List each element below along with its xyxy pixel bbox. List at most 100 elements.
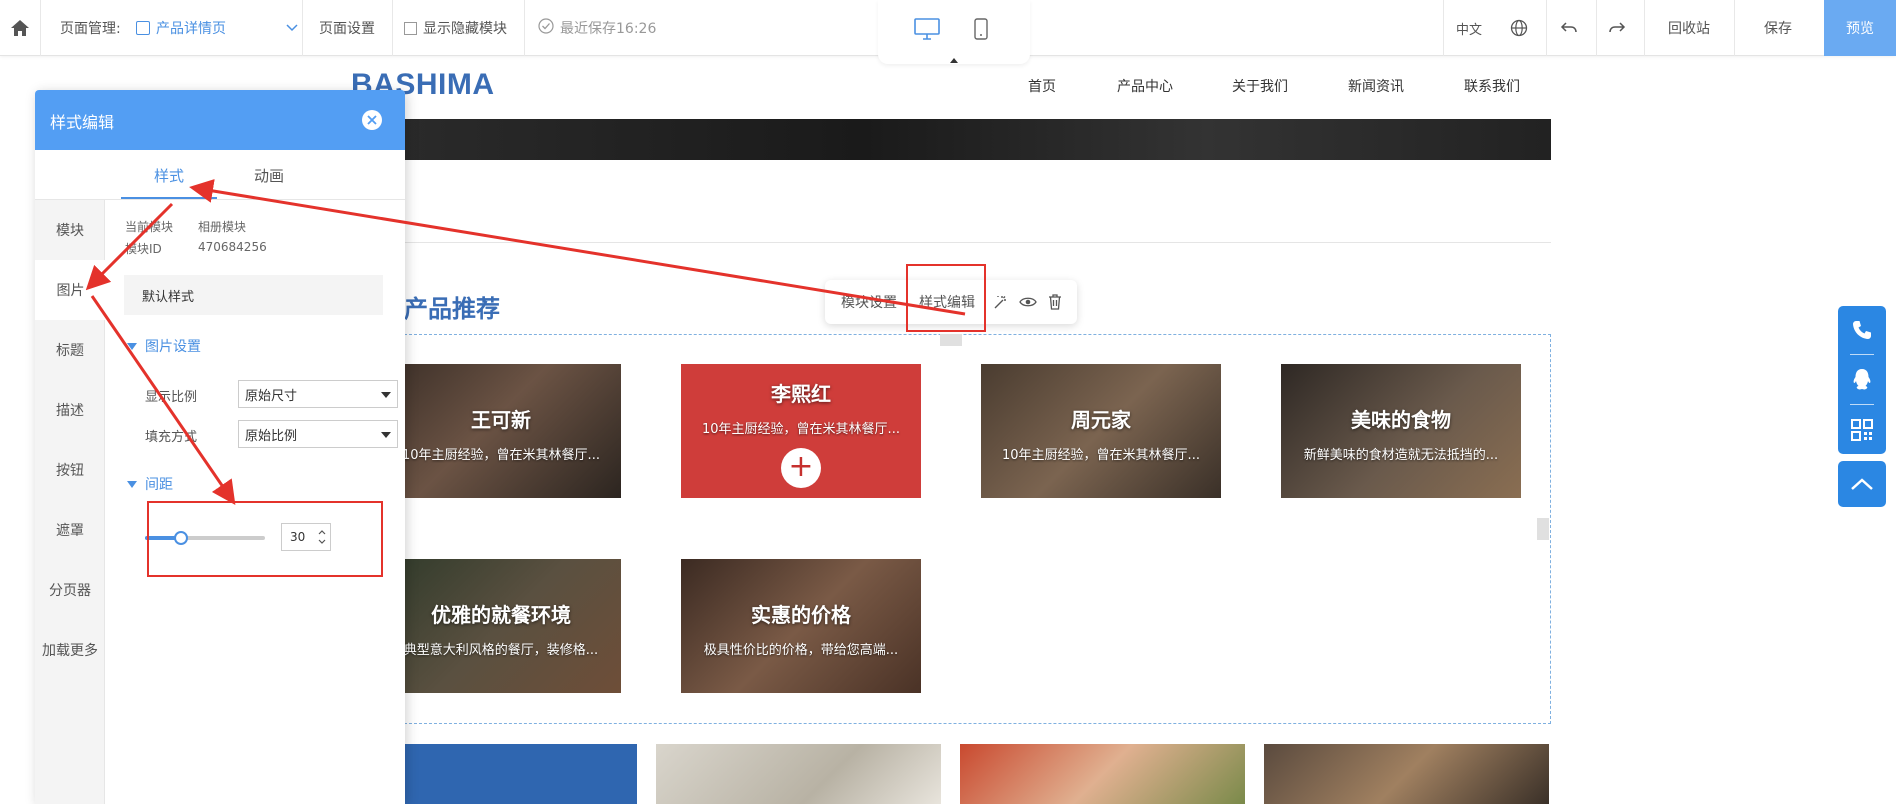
divider [1734, 0, 1735, 56]
gallery-card[interactable]: 优雅的就餐环境 典型意大利风格的餐厅，装修格... [381, 559, 621, 693]
card-desc: 新鲜美味的食材造就无法抵挡的... [1303, 448, 1499, 463]
panel-tabs: 样式 动画 [35, 150, 405, 200]
stepper-arrows[interactable] [317, 527, 327, 547]
recycle-bin-button[interactable]: 回收站 [1668, 0, 1710, 56]
sidebar-item-pager[interactable]: 分页器 [35, 560, 105, 620]
panel-sidebar: 模块 图片 标题 描述 按钮 遮罩 分页器 加载更多 [35, 200, 106, 804]
chevron-up-icon [1838, 464, 1886, 504]
ratio-select[interactable]: 原始尺寸 [238, 380, 398, 408]
fill-value: 原始比例 [245, 428, 298, 444]
page-settings-button[interactable]: 页面设置 [319, 0, 375, 56]
card-desc: 典型意大利风格的餐厅，装修格... [403, 643, 599, 658]
fill-select[interactable]: 原始比例 [238, 420, 398, 448]
nav-item-products[interactable]: 产品中心 [1117, 76, 1173, 96]
phone-icon[interactable] [1838, 310, 1886, 350]
divider [1644, 0, 1645, 56]
preview-button[interactable]: 预览 [1824, 0, 1896, 56]
spacing-slider[interactable] [145, 531, 265, 545]
sidebar-item-mask[interactable]: 遮罩 [35, 500, 105, 560]
card-desc: 极具性价比的价格，带给您高端... [703, 643, 899, 658]
trash-icon[interactable] [1045, 292, 1065, 312]
tab-style[interactable]: 样式 [154, 165, 184, 186]
divider [302, 0, 303, 56]
banner-image [656, 744, 941, 804]
caret-down-icon [381, 432, 391, 438]
language-button[interactable]: 中文 [1456, 0, 1482, 56]
slider-thumb[interactable] [174, 531, 188, 545]
panel-title: 样式编辑 [50, 113, 115, 132]
card-desc: 10年主厨经验，曾在米其林餐厅... [702, 422, 900, 437]
qq-icon[interactable] [1838, 360, 1886, 400]
spacing-label: 间距 [145, 477, 173, 493]
divider [1443, 0, 1444, 56]
fill-label: 填充方式 [145, 430, 198, 445]
page-select[interactable]: 产品详情页 [136, 0, 298, 56]
back-to-top-button[interactable] [1838, 461, 1886, 507]
save-button[interactable]: 保存 [1764, 0, 1792, 56]
nav-item-contact[interactable]: 联系我们 [1464, 76, 1520, 96]
resize-handle[interactable] [940, 334, 962, 346]
page-icon [136, 21, 150, 35]
close-icon[interactable] [362, 110, 382, 130]
card-title: 王可新 [471, 408, 531, 432]
current-module-value: 相册模块 [198, 220, 247, 234]
last-saved-text: 最近保存16:26 [560, 21, 657, 37]
preset-style-button[interactable]: 默认样式 [124, 275, 383, 315]
card-title: 美味的食物 [1351, 408, 1451, 432]
sidebar-item-image[interactable]: 图片 [35, 260, 106, 320]
undo-icon[interactable] [1560, 0, 1578, 56]
checkbox[interactable] [404, 21, 417, 35]
eye-icon[interactable] [1018, 292, 1038, 312]
gallery-card[interactable]: 美味的食物 新鲜美味的食材造就无法抵挡的... [1281, 364, 1521, 498]
ratio-label: 显示比例 [145, 390, 198, 405]
divider [524, 0, 525, 56]
check-circle-icon [538, 18, 554, 38]
caret-down-icon [127, 342, 137, 350]
caret-down-icon [127, 480, 137, 488]
image-settings-section[interactable]: 图片设置 [127, 336, 201, 356]
sidebar-item-title[interactable]: 标题 [35, 320, 105, 380]
qr-code-icon[interactable] [1838, 410, 1886, 450]
gallery-card[interactable]: 实惠的价格 极具性价比的价格，带给您高端... [681, 559, 921, 693]
gallery-card[interactable]: 王可新 10年主厨经验，曾在米其林餐厅... [381, 364, 621, 498]
sidebar-item-description[interactable]: 描述 [35, 380, 105, 440]
desktop-icon[interactable] [912, 14, 942, 44]
redo-icon[interactable] [1608, 0, 1626, 56]
current-page-name: 产品详情页 [156, 21, 226, 37]
divider [40, 0, 41, 56]
tab-underline [121, 197, 217, 199]
caret-up-icon [950, 58, 958, 63]
spacing-section[interactable]: 间距 [127, 474, 173, 494]
divider [1850, 404, 1874, 405]
home-icon[interactable] [0, 0, 40, 56]
tab-animation[interactable]: 动画 [254, 165, 284, 186]
spacing-input[interactable]: 30 [281, 523, 331, 551]
divider [1596, 0, 1597, 56]
device-switcher [878, 0, 1030, 64]
gallery-card[interactable]: 李熙红 10年主厨经验，曾在米其林餐厅... + [681, 364, 921, 498]
style-edit-button[interactable]: 样式编辑 [919, 280, 975, 324]
magic-wand-icon[interactable] [991, 292, 1011, 312]
globe-icon[interactable] [1510, 0, 1528, 56]
module-id-label: 模块ID [125, 242, 162, 256]
show-hidden-toggle[interactable]: 显示隐藏模块 [404, 0, 507, 56]
section-title[interactable]: 产品推荐 [404, 289, 500, 324]
nav-item-news[interactable]: 新闻资讯 [1348, 76, 1404, 96]
nav-item-home[interactable]: 首页 [1028, 76, 1056, 96]
divider [1850, 354, 1874, 355]
sidebar-item-module[interactable]: 模块 [35, 200, 105, 260]
card-desc: 10年主厨经验，曾在米其林餐厅... [402, 448, 600, 463]
show-hidden-label: 显示隐藏模块 [423, 21, 507, 37]
gallery-card[interactable]: 周元家 10年主厨经验，曾在米其林餐厅... [981, 364, 1221, 498]
card-desc: 10年主厨经验，曾在米其林餐厅... [1002, 448, 1200, 463]
spacing-value: 30 [290, 530, 306, 544]
plus-icon[interactable]: + [781, 448, 821, 488]
module-id-value: 470684256 [198, 240, 267, 254]
nav-item-about[interactable]: 关于我们 [1232, 76, 1288, 96]
mobile-icon[interactable] [966, 14, 996, 44]
divider [404, 242, 1551, 243]
resize-handle[interactable] [1537, 518, 1549, 540]
sidebar-item-load-more[interactable]: 加载更多 [35, 620, 105, 680]
module-settings-button[interactable]: 模块设置 [841, 280, 897, 324]
sidebar-item-button[interactable]: 按钮 [35, 440, 105, 500]
